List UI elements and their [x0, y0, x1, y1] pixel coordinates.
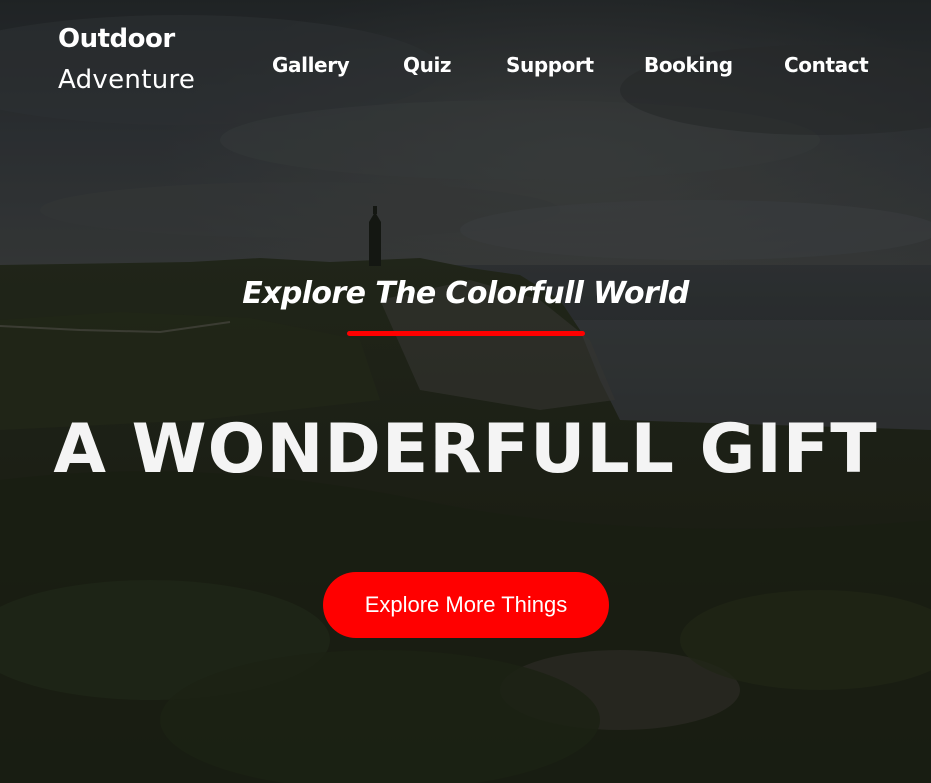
main-nav: Gallery Quiz Support Booking Contact [0, 52, 931, 80]
hero-headline: A WONDERFULL GIFT [53, 410, 878, 489]
hero-overlay [0, 0, 931, 783]
hero-subtitle: Explore The Colorfull World [242, 276, 689, 311]
subtitle-underline [347, 331, 585, 336]
nav-link-booking[interactable]: Booking [644, 52, 733, 78]
nav-link-contact[interactable]: Contact [784, 52, 869, 78]
brand-name-line1: Outdoor [58, 24, 175, 54]
explore-more-button[interactable]: Explore More Things [323, 572, 609, 638]
nav-link-gallery[interactable]: Gallery [272, 52, 350, 78]
nav-link-support[interactable]: Support [506, 52, 594, 78]
site-header: Outdoor Adventure Gallery Quiz Support B… [0, 0, 931, 110]
nav-link-quiz[interactable]: Quiz [403, 52, 452, 78]
